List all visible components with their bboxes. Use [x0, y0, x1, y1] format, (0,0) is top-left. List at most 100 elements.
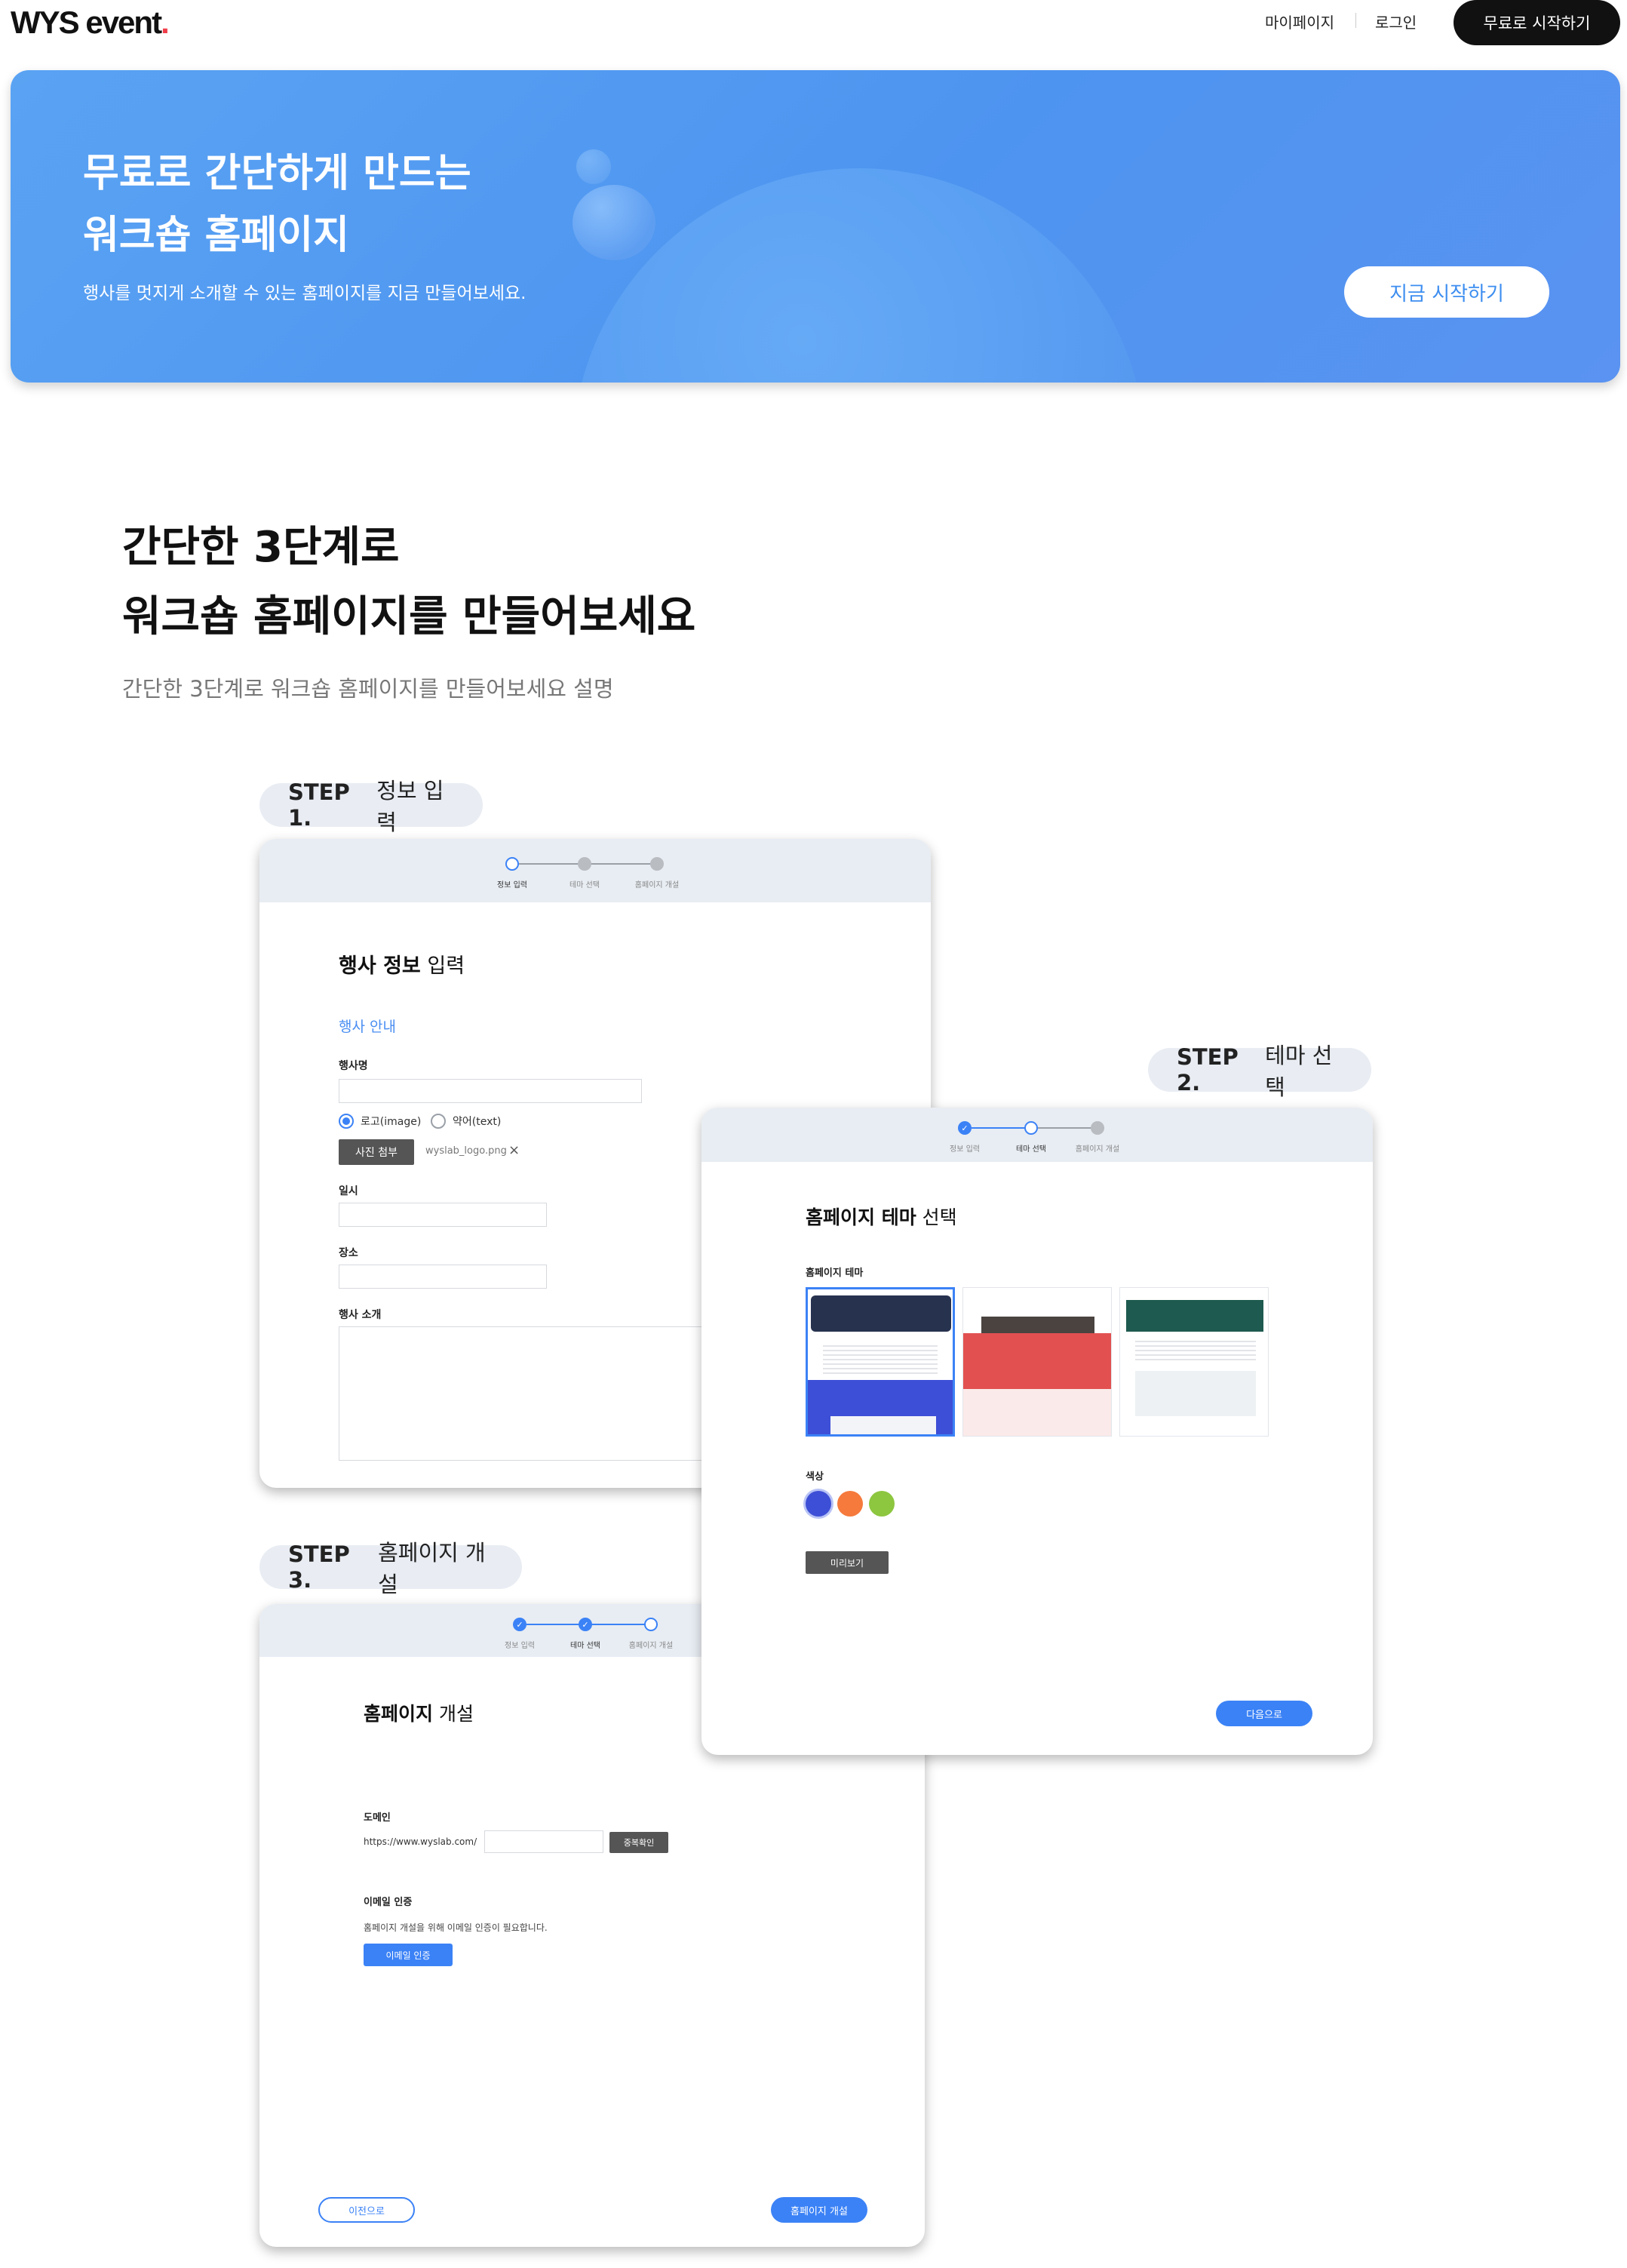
step1-progress: 정보 입력 테마 선택 홈페이지 개설	[497, 857, 686, 890]
step3-pill-number: STEP 3.	[288, 1541, 350, 1593]
place-input[interactable]	[339, 1265, 547, 1289]
email-verify-description: 홈페이지 개설을 위해 이메일 인증이 필요합니다.	[364, 1922, 548, 1933]
progress-label-2: 테마 선택	[569, 881, 600, 890]
step1-form-title-bold: 행사 정보	[339, 954, 421, 978]
hero-banner: 무료로 간단하게 만드는 워크숍 홈페이지 행사를 멋지게 소개할 수 있는 홈…	[11, 70, 1620, 383]
progress-label-1: 정보 입력	[950, 1145, 980, 1154]
progress-label-1: 정보 입력	[497, 881, 527, 890]
duplicate-check-button[interactable]: 중복확인	[609, 1832, 668, 1853]
prev-button[interactable]: 이전으로	[318, 2197, 415, 2223]
color-label: 색상	[806, 1471, 824, 1483]
hero-subtitle: 행사를 멋지게 소개할 수 있는 홈페이지를 지금 만들어보세요.	[83, 284, 526, 303]
nav-divider	[1355, 13, 1356, 28]
step1-pill-label: 정보 입력	[376, 778, 444, 835]
progress-node-1	[505, 857, 519, 871]
progress-label-3: 홈페이지 개설	[1075, 1145, 1120, 1154]
intro-label: 행사 소개	[339, 1309, 382, 1321]
hero-title: 무료로 간단하게 만드는 워크숍 홈페이지	[83, 143, 611, 266]
hero-title-line1: 무료로 간단하게 만드는	[83, 151, 471, 196]
step2-form-title-rest: 선택	[916, 1206, 957, 1228]
email-verify-label: 이메일 인증	[364, 1897, 413, 1908]
progress-label-2: 테마 선택	[570, 1642, 600, 1650]
top-header: WYS event. 마이페이지 로그인 무료로 시작하기	[0, 0, 1627, 50]
attach-photo-button[interactable]: 사진 첨부	[339, 1139, 414, 1165]
intro-textarea[interactable]	[339, 1326, 731, 1461]
step2-card: ✓ 정보 입력 테마 선택 홈페이지 개설 홈페이지 테마 선택 홈페이지 테마…	[701, 1108, 1373, 1755]
theme-label: 홈페이지 테마	[806, 1268, 864, 1279]
step3-form-title-rest: 개설	[433, 1703, 474, 1725]
nav-login-link[interactable]: 로그인	[1375, 11, 1417, 32]
progress-node-3	[644, 1618, 658, 1631]
color-swatch-orange[interactable]	[837, 1491, 863, 1517]
theme-option-3[interactable]	[1119, 1287, 1269, 1437]
domain-label: 도메인	[364, 1812, 391, 1824]
step2-pill-label: 테마 선택	[1265, 1043, 1333, 1100]
progress-node-1-check-icon: ✓	[958, 1121, 972, 1135]
logo-image-radio-label: 로고(image)	[361, 1116, 422, 1128]
progress-label-3: 홈페이지 개설	[628, 1642, 674, 1650]
attached-file-name: wyslab_logo.png	[425, 1145, 507, 1157]
theme2-info-band	[963, 1389, 1111, 1436]
theme3-info-box	[1135, 1371, 1256, 1416]
theme-option-1[interactable]	[806, 1287, 955, 1437]
hero-decor-circle	[573, 168, 1146, 383]
date-label: 일시	[339, 1185, 358, 1197]
hero-start-button[interactable]: 지금 시작하기	[1344, 266, 1549, 318]
progress-label-3: 홈페이지 개설	[634, 881, 680, 890]
color-swatch-green[interactable]	[869, 1491, 895, 1517]
event-name-input[interactable]	[339, 1079, 642, 1103]
remove-file-icon[interactable]: ×	[508, 1142, 520, 1158]
progress-node-2	[578, 857, 591, 871]
progress-node-2-check-icon: ✓	[579, 1618, 592, 1631]
step2-form-title: 홈페이지 테마 선택	[806, 1203, 957, 1230]
step2-form-title-bold: 홈페이지 테마	[806, 1206, 916, 1228]
start-free-button[interactable]: 무료로 시작하기	[1454, 0, 1620, 45]
progress-label-2: 테마 선택	[1016, 1145, 1046, 1154]
domain-input[interactable]	[484, 1830, 603, 1853]
event-info-section-label: 행사 안내	[339, 1019, 396, 1035]
logo-dot: .	[161, 5, 170, 40]
abbr-text-radio[interactable]	[431, 1114, 446, 1129]
steps-title-line2: 워크숍 홈페이지를 만들어보세요	[122, 592, 696, 641]
logo-image-radio[interactable]	[339, 1114, 354, 1129]
step2-progress: ✓ 정보 입력 테마 선택 홈페이지 개설	[950, 1121, 1139, 1154]
step2-progress-bar: ✓ 정보 입력 테마 선택 홈페이지 개설	[701, 1108, 1373, 1162]
theme-option-2[interactable]	[962, 1287, 1112, 1437]
step2-pill-number: STEP 2.	[1177, 1044, 1239, 1096]
progress-node-3	[1091, 1121, 1104, 1135]
theme3-body-text	[1135, 1341, 1256, 1360]
logo-text: WYS event	[11, 5, 162, 40]
logo[interactable]: WYS event.	[11, 5, 170, 41]
color-swatch-blue[interactable]	[806, 1491, 831, 1517]
progress-node-1-check-icon: ✓	[513, 1618, 526, 1631]
theme1-header-image	[811, 1295, 951, 1332]
step1-form-title: 행사 정보 입력	[339, 949, 465, 979]
hero-title-line2: 워크숍 홈페이지	[83, 213, 349, 258]
preview-button[interactable]: 미리보기	[806, 1551, 889, 1574]
step1-pill-number: STEP 1.	[288, 779, 350, 831]
step3-pill-label: 홈페이지 개설	[378, 1540, 486, 1597]
steps-section-description: 간단한 3단계로 워크숍 홈페이지를 만들어보세요 설명	[122, 676, 614, 702]
open-homepage-button[interactable]: 홈페이지 개설	[771, 2197, 867, 2223]
progress-node-2	[1024, 1121, 1038, 1135]
step3-progress: ✓ ✓ 정보 입력 테마 선택 홈페이지 개설	[505, 1618, 694, 1650]
place-label: 장소	[339, 1247, 358, 1259]
step1-progress-bar: 정보 입력 테마 선택 홈페이지 개설	[259, 839, 931, 902]
email-verify-button[interactable]: 이메일 인증	[364, 1944, 453, 1966]
progress-node-3	[650, 857, 664, 871]
date-input[interactable]	[339, 1203, 547, 1227]
step1-pill: STEP 1. 정보 입력	[259, 778, 483, 835]
step3-form-title-bold: 홈페이지	[364, 1703, 434, 1725]
step2-pill: STEP 2. 테마 선택	[1148, 1043, 1371, 1100]
theme1-table	[830, 1416, 936, 1434]
steps-title-line1: 간단한 3단계로	[122, 523, 400, 572]
step3-form-title: 홈페이지 개설	[364, 1699, 474, 1726]
step3-pill: STEP 3. 홈페이지 개설	[259, 1540, 522, 1597]
steps-section-title: 간단한 3단계로 워크숍 홈페이지를 만들어보세요	[122, 513, 876, 652]
progress-line	[526, 1624, 658, 1625]
next-button[interactable]: 다음으로	[1216, 1701, 1312, 1726]
event-name-label: 행사명	[339, 1060, 368, 1072]
progress-label-1: 정보 입력	[505, 1642, 535, 1650]
step1-form-title-rest: 입력	[420, 954, 465, 978]
nav-mypage-link[interactable]: 마이페이지	[1265, 11, 1334, 32]
